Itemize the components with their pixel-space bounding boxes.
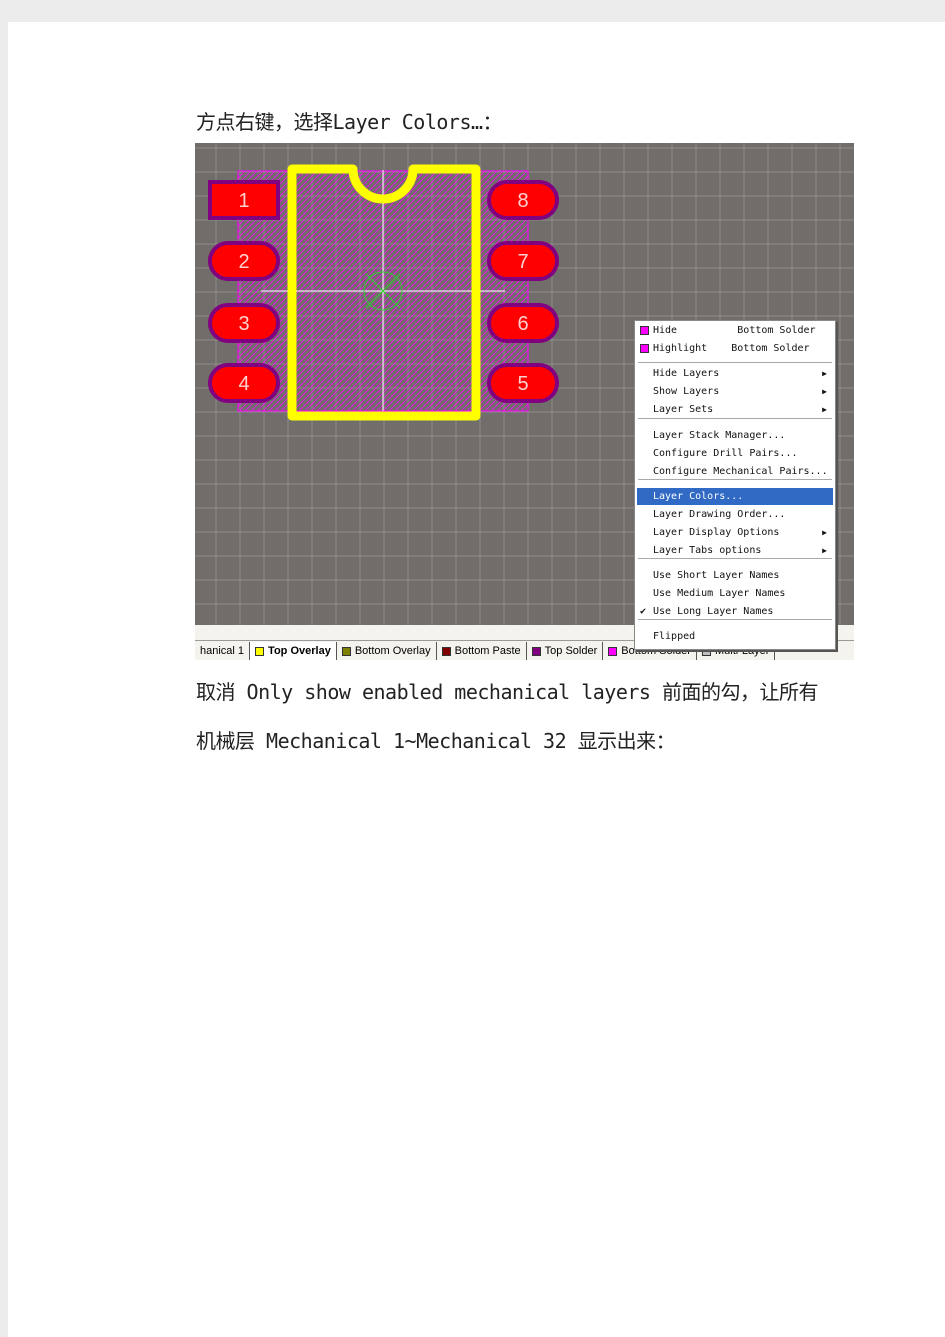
menu-item-layer-stack-manager[interactable]: Layer Stack Manager...: [637, 427, 833, 444]
layer-color-icon: [441, 646, 451, 656]
menu-label: Use Medium Layer Names: [653, 588, 786, 599]
menu-item-show-layers[interactable]: Show Layers ▶: [637, 383, 833, 400]
menu-separator: [638, 362, 832, 363]
layer-color-icon: [341, 646, 351, 656]
submenu-arrow-icon: ▶: [822, 387, 827, 396]
pad-label: 2: [238, 251, 249, 273]
color-swatch-icon: [640, 344, 649, 353]
menu-item-layer-tabs-options[interactable]: Layer Tabs options ▶: [637, 542, 833, 559]
menu-label: Layer Tabs options: [653, 545, 762, 556]
label: Hide Bottom Solder: [653, 325, 816, 336]
menu-label: Show Layers: [653, 386, 720, 397]
submenu-arrow-icon: ▶: [822, 546, 827, 555]
menu-item-use-long-layer-names[interactable]: ✔ Use Long Layer Names: [637, 603, 833, 620]
menu-item-use-medium-layer-names[interactable]: Use Medium Layer Names: [637, 585, 833, 602]
menu-item-highlight-bottom-solder[interactable]: Highlight Bottom Solder: [637, 340, 833, 357]
menu-item-layer-drawing-order[interactable]: Layer Drawing Order...: [637, 506, 833, 523]
layer-color-icon: [255, 646, 265, 656]
menu-label: Configure Drill Pairs...: [653, 448, 798, 459]
menu-label: Flipped: [653, 631, 696, 642]
pad-label: 3: [238, 313, 249, 335]
tab-label: Bottom Paste: [454, 645, 521, 657]
label: Highlight Bottom Solder: [653, 343, 810, 354]
menu-item-hide-layers[interactable]: Hide Layers ▶: [637, 365, 833, 382]
menu-label: Layer Colors...: [653, 491, 744, 502]
paragraph-1: 方点右键，选择Layer Colors…：: [196, 110, 503, 134]
paragraph-3: 机械层 Mechanical 1~Mechanical 32 显示出来：: [196, 729, 676, 753]
menu-item-hide-bottom-solder[interactable]: Hide Bottom Solder: [637, 322, 833, 339]
menu-item-use-short-layer-names[interactable]: Use Short Layer Names: [637, 567, 833, 584]
context-menu: Hide Bottom Solder Highlight Bottom Sold…: [634, 320, 836, 650]
pad-label: 8: [517, 190, 528, 212]
menu-label: Layer Sets: [653, 404, 714, 415]
paragraph-2: 取消 Only show enabled mechanical layers 前…: [196, 680, 819, 704]
menu-label: Hide Layers: [653, 368, 720, 379]
submenu-arrow-icon: ▶: [822, 369, 827, 378]
layer-tab[interactable]: hanical 1: [195, 642, 251, 660]
menu-item-layer-display-options[interactable]: Layer Display Options ▶: [637, 524, 833, 541]
pad-label: 6: [517, 313, 528, 335]
layer-tab[interactable]: Top Solder: [527, 642, 604, 660]
menu-item-configure-mechanical-pairs[interactable]: Configure Mechanical Pairs...: [637, 463, 833, 480]
submenu-arrow-icon: ▶: [822, 528, 827, 537]
tab-label: Top Overlay: [268, 645, 331, 657]
pad-label: 4: [238, 373, 249, 395]
submenu-arrow-icon: ▶: [822, 405, 827, 414]
tab-label: Top Solder: [544, 645, 598, 657]
layer-tab[interactable]: Top Overlay: [250, 642, 337, 660]
layer-color-icon: [531, 646, 541, 656]
menu-item-flipped[interactable]: Flipped: [637, 628, 833, 645]
checkmark-icon: ✔: [640, 606, 647, 617]
pad-label: 1: [238, 190, 249, 212]
menu-item-layer-sets[interactable]: Layer Sets ▶: [637, 401, 833, 418]
pad-label: 5: [517, 373, 528, 395]
pad-label: 7: [517, 251, 528, 273]
color-swatch-icon: [640, 326, 649, 335]
layer-tab[interactable]: Bottom Paste: [437, 642, 527, 660]
layer-tab[interactable]: Bottom Overlay: [337, 642, 437, 660]
menu-item-configure-drill-pairs[interactable]: Configure Drill Pairs...: [637, 445, 833, 462]
menu-label: Use Short Layer Names: [653, 570, 780, 581]
menu-label: Layer Drawing Order...: [653, 509, 786, 520]
menu-label: Layer Display Options: [653, 527, 780, 538]
menu-label: Layer Stack Manager...: [653, 430, 786, 441]
menu-item-layer-colors[interactable]: Layer Colors...: [637, 488, 833, 505]
menu-label: Use Long Layer Names: [653, 606, 774, 617]
menu-label: Configure Mechanical Pairs...: [653, 466, 828, 477]
layer-color-icon: [608, 646, 618, 656]
tab-label: Bottom Overlay: [354, 645, 431, 657]
menu-separator: [638, 418, 832, 419]
tab-label: hanical 1: [200, 645, 245, 657]
